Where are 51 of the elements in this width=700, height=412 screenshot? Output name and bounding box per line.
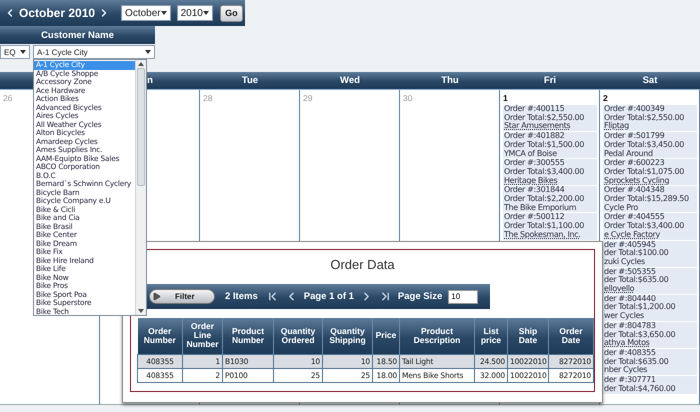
- order-entry[interactable]: Order #:400349 Order Total:$2,550.00 Fliptag: [603, 105, 697, 132]
- day-number: 30: [403, 93, 412, 103]
- column-header[interactable]: Order Number: [138, 318, 182, 354]
- day-number: 1: [503, 93, 508, 103]
- order-entry[interactable]: Order #:600223 Order Total:$1,075.00 Sprockets Cycling: [603, 159, 697, 186]
- scrollbar[interactable]: [135, 60, 146, 315]
- filter-button[interactable]: Filter: [149, 289, 215, 304]
- caret-icon: [20, 50, 26, 54]
- play-icon: [152, 292, 161, 301]
- month-select[interactable]: October: [121, 5, 171, 21]
- column-header[interactable]: Product Description: [400, 318, 474, 354]
- order-entry[interactable]: der #:307771 der Total:$4,760.00: [603, 376, 697, 394]
- column-header[interactable]: Quantity Ordered: [274, 318, 322, 354]
- order-entry[interactable]: Order #:500112 Order Total:$1,100.00 The Spokesman, Inc.: [503, 213, 597, 241]
- month-title: October 2010: [19, 6, 96, 20]
- order-entry[interactable]: Order #:300555 Order Total:$3,400.00 Heritage Bikes: [503, 159, 597, 186]
- day-number: 26: [3, 93, 12, 103]
- order-entry[interactable]: Order #:404348 Order Total:$15,289.50 Cycle Pro: [603, 186, 697, 214]
- column-header[interactable]: Order Line Number: [182, 318, 222, 354]
- weekday-header: Tue: [200, 72, 300, 90]
- column-header[interactable]: Ship Date: [508, 318, 548, 354]
- order-entry[interactable]: Order #:400115 Order Total:$2,550.00 Star Amusements: [503, 105, 597, 132]
- column-header[interactable]: Price: [372, 318, 400, 354]
- dialog-title: Order Data: [330, 257, 395, 272]
- column-header[interactable]: Product Number: [222, 318, 274, 354]
- weekday-header: Thu: [400, 72, 500, 90]
- order-entry[interactable]: Order #:501799 Order Total:$3,450.00 Pedal Around: [603, 132, 697, 160]
- caret-icon: [160, 11, 167, 15]
- year-select[interactable]: 2010: [176, 5, 213, 21]
- order-entry[interactable]: Order #:401882 Order Total:$1,500.00 YMCA of Boise: [503, 132, 597, 160]
- column-header[interactable]: Order Date: [548, 318, 594, 354]
- weekday-header: Sat: [600, 72, 700, 90]
- column-header[interactable]: Quantity Shipping: [322, 318, 372, 354]
- page-indicator: Page 1 of 1: [304, 291, 354, 302]
- scroll-up-icon[interactable]: [138, 62, 144, 66]
- page-size-field[interactable]: 10: [448, 290, 478, 304]
- page-size-label: Page Size: [398, 291, 442, 302]
- item-count: 2 Items: [225, 291, 258, 302]
- go-button[interactable]: Go: [220, 4, 243, 22]
- customer-select[interactable]: A-1 Cycle City: [33, 45, 155, 59]
- day-number: 2: [603, 93, 608, 103]
- weekday-header: Wed: [300, 72, 400, 90]
- operator-select[interactable]: EQ: [0, 45, 30, 59]
- day-number: 28: [203, 93, 212, 103]
- column-header[interactable]: List price: [474, 318, 508, 354]
- day-number: 29: [303, 93, 312, 103]
- caret-icon: [145, 50, 151, 54]
- caret-icon: [202, 11, 209, 15]
- column-header: Customer Name: [0, 26, 155, 44]
- order-entry[interactable]: Order #:301844 Order Total:$2,200.00 The Bike Emporium: [503, 186, 597, 214]
- weekday-header: Fri: [500, 72, 600, 90]
